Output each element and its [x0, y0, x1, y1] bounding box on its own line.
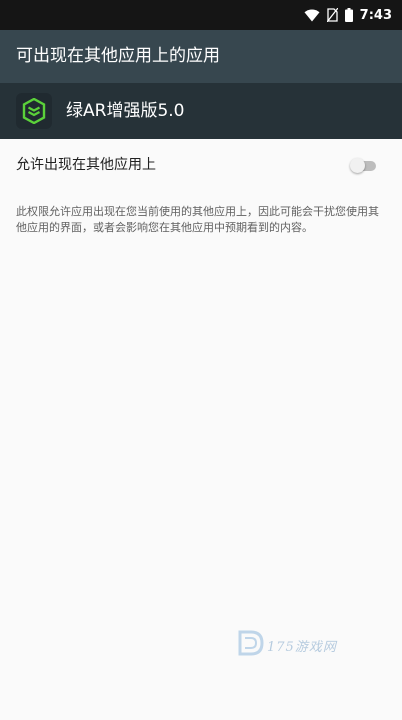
- toggle-thumb: [350, 158, 365, 173]
- app-header: 绿AR增强版5.0: [0, 83, 402, 139]
- green-ar-app-icon: [16, 93, 52, 129]
- watermark-logo-icon: [235, 628, 265, 662]
- status-bar: 7:43: [0, 0, 402, 30]
- app-name: 绿AR增强版5.0: [66, 101, 185, 121]
- setting-label: 允许出现在其他应用上: [16, 157, 156, 173]
- page-title: 可出现在其他应用上的应用: [16, 46, 220, 66]
- permission-description: 此权限允许应用出现在您当前使用的其他应用上，因此可能会干扰您使用其他应用的界面，…: [16, 205, 379, 234]
- watermark: 175游戏网: [235, 628, 337, 662]
- allow-overlay-setting[interactable]: 允许出现在其他应用上: [0, 139, 402, 191]
- wifi-icon: [304, 9, 320, 22]
- clock: 7:43: [359, 7, 392, 23]
- no-sim-icon: [326, 8, 338, 22]
- status-icons: 7:43: [304, 0, 392, 30]
- overlay-toggle-switch[interactable]: [350, 156, 378, 174]
- battery-icon: [344, 8, 353, 22]
- watermark-text: 175游戏网: [267, 639, 337, 655]
- app-bar: 可出现在其他应用上的应用: [0, 30, 402, 83]
